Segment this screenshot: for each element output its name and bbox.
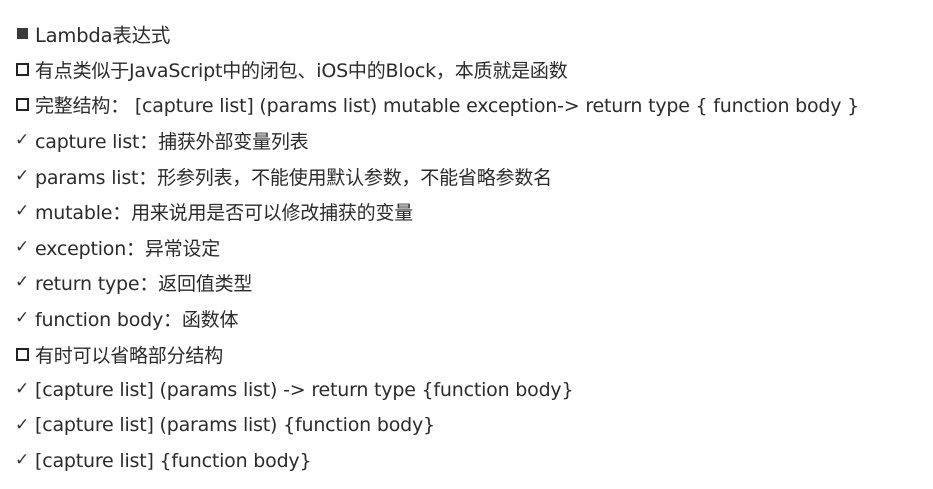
bullet-line: 完整结构： [capture list] (params list) mutab… [12, 87, 927, 123]
check-line: ✓ [capture list] (params list) {function… [12, 408, 927, 444]
bullet-line: 有点类似于JavaScript中的闭包、iOS中的Block，本质就是函数 [12, 52, 927, 88]
check-text: [capture list] (params list) {function b… [35, 414, 435, 437]
checkmark-icon: ✓ [14, 236, 30, 257]
checkmark-icon: ✓ [14, 201, 30, 222]
check-text: params list：形参列表，不能使用默认参数，不能省略参数名 [35, 166, 552, 189]
checkmark-icon: ✓ [14, 308, 30, 329]
heading-text: Lambda表达式 [35, 24, 171, 48]
filled-square-bullet-icon [12, 28, 32, 40]
hollow-square-bullet-icon [12, 62, 32, 76]
check-text: [capture list] (params list) -> return t… [35, 378, 574, 401]
bullet-line: 有时可以省略部分结构 [12, 336, 927, 372]
bullet-text: 有点类似于JavaScript中的闭包、iOS中的Block，本质就是函数 [35, 59, 568, 82]
check-line: ✓ [capture list] {function body} [12, 443, 927, 479]
check-text: function body：函数体 [35, 309, 239, 332]
check-text: [capture list] {function body} [35, 449, 312, 472]
checkmark-icon: ✓ [14, 130, 30, 151]
hollow-square-bullet-icon [12, 98, 32, 112]
slide-content: Lambda表达式 有点类似于JavaScript中的闭包、iOS中的Block… [12, 16, 927, 479]
hollow-square-bullet-icon [12, 347, 32, 361]
check-line: ✓ params list：形参列表，不能使用默认参数，不能省略参数名 [12, 158, 927, 194]
checkmark-icon: ✓ [14, 379, 30, 400]
check-line: ✓ capture list：捕获外部变量列表 [12, 123, 927, 159]
check-line: ✓ return type：返回值类型 [12, 265, 927, 301]
check-text: capture list：捕获外部变量列表 [35, 131, 309, 154]
check-line: ✓ mutable：用来说用是否可以修改捕获的变量 [12, 194, 927, 230]
check-text: return type：返回值类型 [35, 273, 253, 296]
heading-line: Lambda表达式 [12, 16, 927, 52]
check-text: mutable：用来说用是否可以修改捕获的变量 [35, 202, 414, 225]
check-line: ✓ exception：异常设定 [12, 230, 927, 266]
check-text: exception：异常设定 [35, 237, 221, 260]
bullet-text: 有时可以省略部分结构 [35, 344, 224, 367]
bullet-text: 完整结构： [capture list] (params list) mutab… [35, 95, 860, 118]
check-line: ✓ function body：函数体 [12, 301, 927, 337]
checkmark-icon: ✓ [14, 450, 30, 471]
check-line: ✓ [capture list] (params list) -> return… [12, 372, 927, 408]
checkmark-icon: ✓ [14, 272, 30, 293]
checkmark-icon: ✓ [14, 165, 30, 186]
checkmark-icon: ✓ [14, 414, 30, 435]
